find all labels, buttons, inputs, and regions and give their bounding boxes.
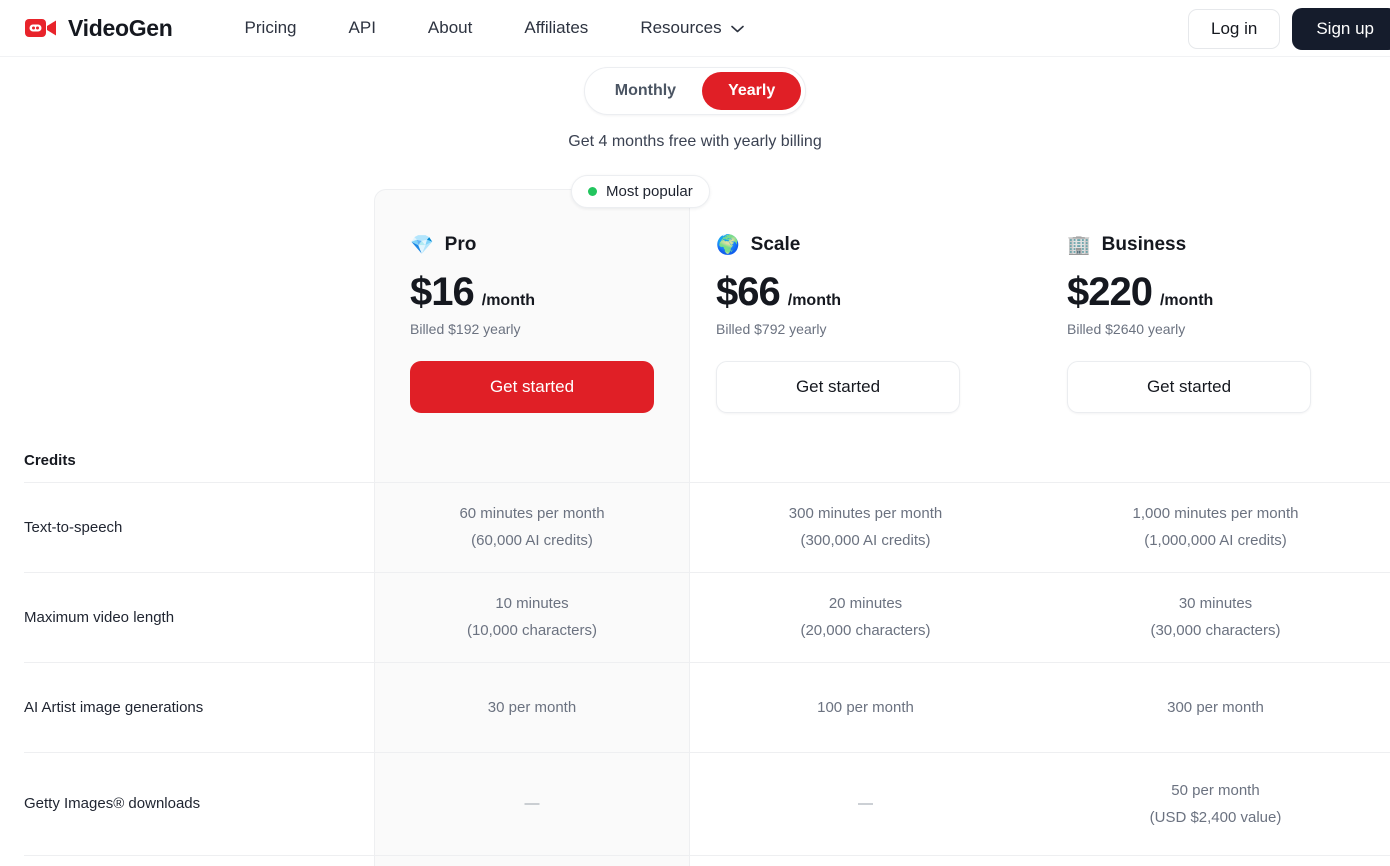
nav-item-api[interactable]: API (323, 10, 402, 46)
video-camera-icon (24, 15, 58, 41)
plan-price-line: $66 /month (716, 270, 1041, 315)
feature-value-business: 300 per month (1167, 698, 1264, 716)
plans-row: 💎 Pro $16 /month Billed $192 yearly Get … (0, 189, 1390, 430)
nav-label: Resources (640, 18, 722, 37)
site-header: VideoGen Pricing API About Affiliates Re… (0, 0, 1390, 57)
table-row: Getty Images® downloads — — 50 per month… (0, 752, 1390, 855)
value-main: 30 minutes (1178, 595, 1253, 612)
most-popular-badge: Most popular (571, 175, 710, 208)
feature-value-pro: 60 minutes per month (60,000 AI credits) (374, 500, 690, 554)
value-main: 10 minutes (495, 595, 569, 612)
pricing-table: Most popular 💎 Pro $16 /month Billed $19… (0, 175, 1390, 866)
plan-card-pro: 💎 Pro $16 /month Billed $192 yearly Get … (374, 189, 690, 430)
plan-name: Scale (750, 234, 801, 255)
most-popular-label: Most popular (606, 183, 693, 200)
chevron-down-icon (730, 18, 744, 38)
get-started-button-pro[interactable]: Get started (410, 361, 654, 413)
value-main: 60 minutes per month (459, 505, 605, 522)
plan-header: 💎 Pro (410, 234, 690, 256)
plan-header: 🌍 Scale (716, 234, 1041, 256)
table-row: Text-to-speech 60 minutes per month (60,… (0, 482, 1390, 572)
value-sub: (300,000 AI credits) (800, 532, 931, 549)
plan-price: $220 (1067, 270, 1153, 314)
value-sub: (10,000 characters) (466, 622, 598, 639)
plan-billed-note: Billed $792 yearly (716, 321, 827, 337)
brand-name: VideoGen (68, 14, 173, 41)
get-started-button-scale[interactable]: Get started (716, 361, 960, 413)
nav-label: API (348, 18, 376, 37)
table-row: Maximum video length 10 minutes (10,000 … (0, 572, 1390, 662)
plan-period: /month (481, 292, 536, 309)
feature-name: Maximum video length (24, 608, 175, 626)
value-main: 20 minutes (828, 595, 903, 612)
plan-period: /month (787, 292, 842, 309)
plan-header: 🏢 Business (1067, 234, 1390, 256)
plan-price: $66 (716, 270, 781, 314)
plan-card-scale: 🌍 Scale $66 /month Billed $792 yearly Ge… (690, 189, 1041, 430)
billing-section: Monthly Yearly Get 4 months free with ye… (0, 57, 1390, 151)
value-sub: (60,000 AI credits) (471, 532, 593, 549)
toggle-yearly[interactable]: Yearly (702, 72, 802, 110)
feature-value-pro: 10 minutes (10,000 characters) (374, 590, 690, 644)
nav-label: About (427, 18, 473, 37)
feature-name: Text-to-speech (24, 518, 123, 536)
value-sub: (30,000 characters) (1150, 622, 1281, 639)
feature-value-business: 1,000 minutes per month (1,000,000 AI cr… (1041, 500, 1390, 554)
nav-item-pricing[interactable]: Pricing (219, 10, 323, 46)
feature-value-scale: — (858, 795, 873, 812)
plan-price-line: $220 /month (1067, 270, 1390, 315)
section-title-credits: Credits (24, 452, 76, 469)
plan-period: /month (1159, 292, 1214, 309)
value-main: 1,000 minutes per month (1132, 505, 1299, 522)
get-started-button-business[interactable]: Get started (1067, 361, 1311, 413)
billing-note: Get 4 months free with yearly billing (568, 133, 822, 150)
header-actions: Log in Sign up (1188, 0, 1390, 57)
feature-value-pro: 30 per month (487, 698, 577, 716)
plan-price-line: $16 /month (410, 270, 690, 315)
nav-label: Pricing (244, 18, 297, 37)
plan-billed-note: Billed $2640 yearly (1067, 321, 1186, 337)
feature-value-scale: 300 minutes per month (300,000 AI credit… (690, 500, 1041, 554)
office-building-icon: 🏢 (1067, 234, 1091, 256)
nav-item-affiliates[interactable]: Affiliates (498, 10, 614, 46)
login-button[interactable]: Log in (1188, 8, 1281, 49)
brand-logo[interactable]: VideoGen (24, 15, 173, 42)
main-nav: Pricing API About Affiliates Resources (219, 10, 770, 46)
feature-value-business: 50 per month (USD $2,400 value) (1041, 777, 1390, 831)
value-main: 300 minutes per month (788, 505, 943, 522)
nav-item-resources[interactable]: Resources (614, 10, 769, 46)
feature-value-scale: 20 minutes (20,000 characters) (690, 590, 1041, 644)
toggle-monthly[interactable]: Monthly (589, 72, 702, 110)
table-row: AI Artist image generations 30 per month… (0, 662, 1390, 752)
plan-name: Business (1101, 234, 1187, 255)
plan-name: Pro (444, 234, 477, 255)
globe-icon: 🌍 (716, 234, 740, 256)
feature-value-scale: 100 per month (817, 698, 914, 716)
feature-value-pro: — (524, 795, 540, 812)
value-main: 50 per month (1171, 781, 1260, 799)
table-row: Storage 50 GB 200 GB 1000 GB (0, 855, 1390, 866)
status-dot-icon (588, 187, 597, 196)
feature-name: Getty Images® downloads (24, 795, 201, 812)
diamond-icon: 💎 (410, 234, 434, 256)
plan-price: $16 (410, 270, 475, 314)
plan-billed-note: Billed $192 yearly (410, 321, 521, 337)
feature-value-business: 30 minutes (30,000 characters) (1041, 590, 1390, 644)
feature-name: AI Artist image generations (24, 698, 204, 716)
nav-item-about[interactable]: About (402, 10, 498, 46)
plans-row-spacer (0, 189, 374, 430)
billing-period-toggle[interactable]: Monthly Yearly (583, 67, 807, 115)
value-sub: (USD $2,400 value) (1149, 808, 1282, 826)
signup-button[interactable]: Sign up (1292, 7, 1390, 50)
nav-label: Affiliates (524, 18, 589, 37)
value-sub: (1,000,000 AI credits) (1144, 532, 1287, 549)
value-sub: (20,000 characters) (800, 622, 931, 639)
plan-card-business: 🏢 Business $220 /month Billed $2640 year… (1041, 189, 1390, 430)
